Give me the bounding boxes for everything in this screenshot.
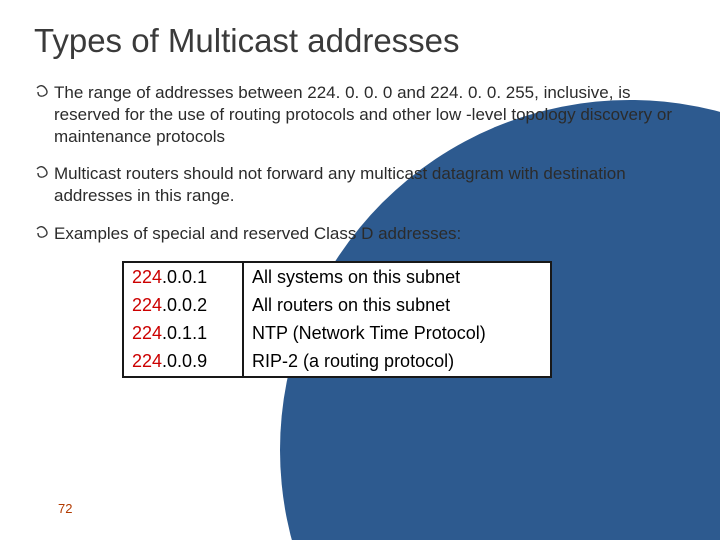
table-row: 224.0.0.2 All routers on this subnet bbox=[124, 291, 550, 319]
swirl-bullet-icon bbox=[34, 165, 50, 181]
address-cell: 224.0.0.1 bbox=[124, 263, 242, 291]
swirl-bullet-icon bbox=[34, 84, 50, 100]
table-row: 224.0.0.1 All systems on this subnet bbox=[124, 263, 550, 291]
description-cell: RIP-2 (a routing protocol) bbox=[244, 347, 550, 375]
table-row: 224.0.1.1 NTP (Network Time Protocol) bbox=[124, 319, 550, 347]
description-cell: All systems on this subnet bbox=[244, 263, 550, 291]
table-row: 224.0.0.9 RIP-2 (a routing protocol) bbox=[124, 347, 550, 375]
bullet-item: The range of addresses between 224. 0. 0… bbox=[34, 82, 690, 147]
description-cell: All routers on this subnet bbox=[244, 291, 550, 319]
page-number: 72 bbox=[58, 501, 72, 516]
slide: Types of Multicast addresses The range o… bbox=[0, 0, 720, 540]
swirl-bullet-icon bbox=[34, 225, 50, 241]
bullet-text: Examples of special and reserved Class D… bbox=[54, 224, 461, 243]
bullet-item: Multicast routers should not forward any… bbox=[34, 163, 690, 207]
address-cell: 224.0.0.9 bbox=[124, 347, 242, 375]
bullet-text: Multicast routers should not forward any… bbox=[54, 164, 626, 205]
address-table: 224.0.0.1 All systems on this subnet 224… bbox=[122, 261, 552, 378]
address-cell: 224.0.1.1 bbox=[124, 319, 242, 347]
bullet-list: The range of addresses between 224. 0. 0… bbox=[34, 82, 690, 245]
bullet-text: The range of addresses between 224. 0. 0… bbox=[54, 83, 672, 146]
bullet-item: Examples of special and reserved Class D… bbox=[34, 223, 690, 245]
description-cell: NTP (Network Time Protocol) bbox=[244, 319, 550, 347]
slide-title: Types of Multicast addresses bbox=[34, 22, 690, 60]
address-cell: 224.0.0.2 bbox=[124, 291, 242, 319]
